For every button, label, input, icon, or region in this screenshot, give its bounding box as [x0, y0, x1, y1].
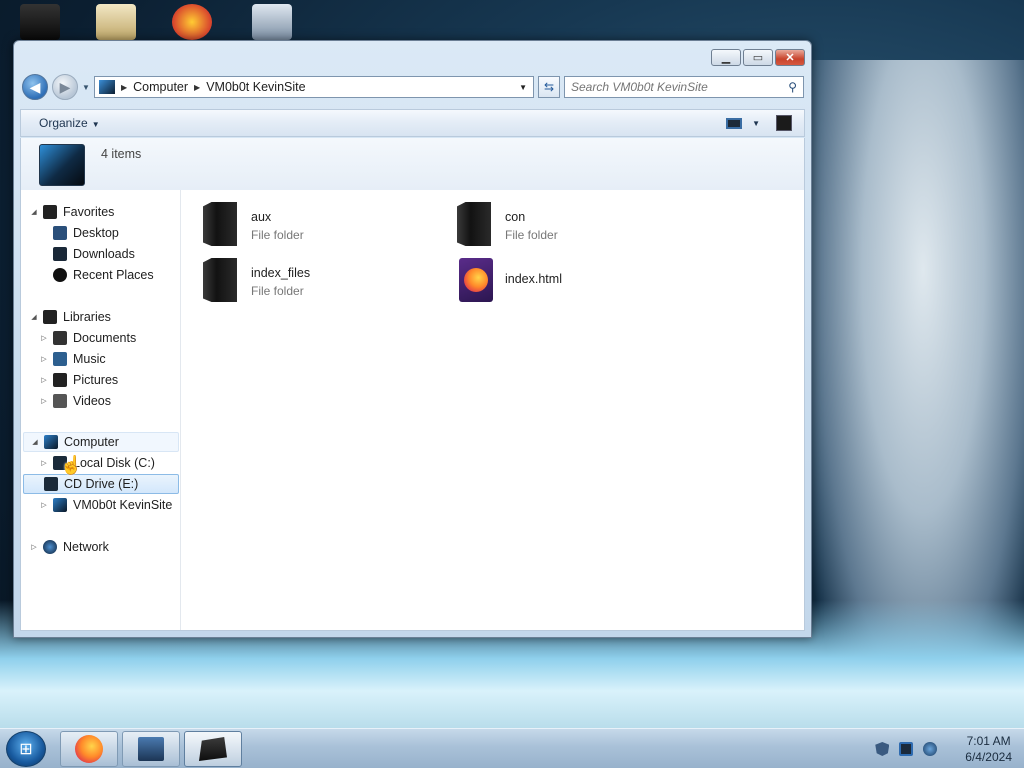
expand-icon[interactable]: ▷	[39, 397, 49, 405]
computer-small-icon	[99, 80, 115, 94]
videos-icon	[53, 394, 67, 408]
hand-cursor-icon: ☝	[60, 455, 83, 475]
item-count: 4 items	[101, 147, 142, 161]
chevron-right-icon[interactable]: ▶	[121, 83, 127, 92]
tree-downloads[interactable]: Downloads	[39, 244, 135, 264]
minimize-button[interactable]: ▁	[711, 49, 741, 66]
network-computer-icon	[138, 737, 164, 761]
collapse-icon[interactable]: ◢	[30, 438, 40, 446]
taskbar: ⊞ 7:01 AM 6/4/2024	[0, 728, 1024, 768]
drive-icon	[39, 144, 85, 186]
network-computer-icon[interactable]	[252, 4, 292, 40]
network-status-icon[interactable]	[923, 742, 938, 756]
start-button[interactable]: ⊞	[6, 731, 46, 767]
action-center-icon[interactable]	[875, 742, 890, 756]
expand-icon[interactable]: ▷	[39, 376, 49, 384]
close-button[interactable]: ✕	[775, 49, 805, 66]
file-list: aux File folder con File folder index_file…	[181, 190, 804, 630]
tree-desktop[interactable]: Desktop	[39, 223, 119, 243]
file-item-con[interactable]: con File folder	[457, 202, 697, 252]
clock[interactable]: 7:01 AM 6/4/2024	[965, 733, 1012, 765]
address-bar[interactable]: ▶ Computer ▶ VM0b0t KevinSite ▼	[94, 76, 534, 98]
expand-icon[interactable]: ▷	[29, 543, 39, 551]
navigation-bar: ◀ ▶ ▼ ▶ Computer ▶ VM0b0t KevinSite ▼ ⇆ …	[22, 73, 805, 101]
forward-button[interactable]: ▶	[52, 74, 78, 100]
music-icon	[53, 352, 67, 366]
folder-icon	[203, 202, 237, 246]
downloads-icon	[53, 247, 67, 261]
file-item-aux[interactable]: aux File folder	[203, 202, 443, 252]
network-drive-icon	[53, 498, 67, 512]
taskbar-explorer[interactable]	[184, 731, 242, 767]
collapse-icon[interactable]: ◢	[29, 208, 39, 216]
refresh-button[interactable]: ⇆	[538, 76, 560, 98]
search-icon[interactable]: ⚲	[788, 80, 797, 94]
address-dropdown-icon[interactable]: ▼	[519, 83, 533, 92]
command-bar: Organize ▼ ▼	[20, 109, 805, 137]
clock-time: 7:01 AM	[966, 734, 1011, 748]
cd-drive-icon	[44, 477, 58, 491]
tree-recent-places[interactable]: Recent Places	[39, 265, 154, 285]
tree-videos[interactable]: ▷ Videos	[39, 391, 111, 411]
expand-icon[interactable]: ▷	[39, 501, 49, 509]
search-box[interactable]: ⚲	[564, 76, 804, 98]
view-icon	[726, 117, 743, 129]
tree-local-disk[interactable]: ▷ Local Disk (C:)	[39, 453, 155, 473]
folder-icon	[203, 258, 237, 302]
system-tray: 7:01 AM 6/4/2024	[875, 733, 1012, 765]
view-dropdown-icon[interactable]: ▼	[752, 119, 760, 128]
file-item-index-files[interactable]: index_files File folder	[203, 258, 443, 308]
explorer-window: ▁ ▭ ✕ ◀ ▶ ▼ ▶ Computer ▶ VM0b0t KevinSit…	[13, 40, 812, 638]
details-header: 4 items	[20, 138, 805, 190]
breadcrumb-computer[interactable]: Computer	[133, 80, 188, 94]
tree-libraries[interactable]: ◢ Libraries	[29, 307, 111, 327]
desktop-icon	[53, 226, 67, 240]
tree-favorites[interactable]: ◢ Favorites	[29, 202, 114, 222]
tree-vm0b0t-kevinsite[interactable]: ▷ VM0b0t KevinSite	[39, 495, 172, 515]
expand-icon[interactable]: ▷	[39, 334, 49, 342]
network-icon	[43, 540, 57, 554]
libraries-icon	[43, 310, 57, 324]
change-view-button[interactable]: ▼	[726, 117, 760, 129]
tree-music[interactable]: ▷ Music	[39, 349, 106, 369]
tree-cd-drive[interactable]: CD Drive (E:)	[23, 474, 179, 494]
search-input[interactable]	[571, 80, 789, 94]
recent-places-icon	[53, 268, 67, 282]
back-button[interactable]: ◀	[22, 74, 48, 100]
preview-pane-icon[interactable]	[776, 115, 792, 131]
star-icon	[43, 205, 57, 219]
breadcrumb-current-folder[interactable]: VM0b0t KevinSite	[206, 80, 305, 94]
maximize-button[interactable]: ▭	[743, 49, 773, 66]
pictures-icon	[53, 373, 67, 387]
display-icon[interactable]	[899, 742, 914, 756]
firefox-html-icon	[459, 258, 493, 302]
tree-computer[interactable]: ◢ Computer	[23, 432, 179, 452]
content-area: ◢ Favorites Desktop Downloads Recent Pla…	[20, 190, 805, 631]
caption-buttons: ▁ ▭ ✕	[711, 49, 805, 66]
history-dropdown-icon[interactable]: ▼	[82, 83, 90, 92]
expand-icon[interactable]: ▷	[39, 459, 49, 467]
app-p-icon[interactable]	[172, 4, 212, 40]
explorer-icon	[199, 737, 227, 761]
recycle-bin-icon[interactable]	[20, 4, 60, 40]
expand-icon[interactable]: ▷	[39, 355, 49, 363]
taskbar-firefox[interactable]	[60, 731, 118, 767]
chevron-right-icon[interactable]: ▶	[194, 83, 200, 92]
collapse-icon[interactable]: ◢	[29, 313, 39, 321]
navigation-pane: ◢ Favorites Desktop Downloads Recent Pla…	[21, 190, 181, 630]
taskbar-network-app[interactable]	[122, 731, 180, 767]
documents-icon	[53, 331, 67, 345]
tree-pictures[interactable]: ▷ Pictures	[39, 370, 118, 390]
mail-icon[interactable]	[96, 4, 136, 40]
firefox-icon	[75, 735, 103, 763]
organize-button[interactable]: Organize ▼	[39, 116, 100, 130]
computer-icon	[44, 435, 58, 449]
folder-icon	[457, 202, 491, 246]
tree-network[interactable]: ▷ Network	[29, 537, 109, 557]
clock-date: 6/4/2024	[965, 750, 1012, 764]
tree-documents[interactable]: ▷ Documents	[39, 328, 136, 348]
file-item-index-html[interactable]: index.html	[459, 258, 699, 308]
